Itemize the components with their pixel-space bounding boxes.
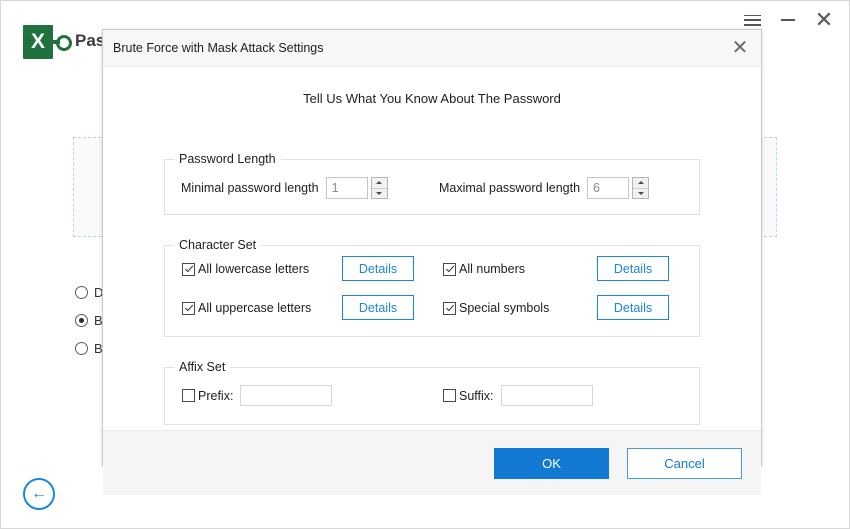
radio-brute-force[interactable] [75,342,88,355]
radio-brute-force-mask[interactable] [75,314,88,327]
password-length-legend: Password Length [174,152,281,166]
details-button-all-uppercase[interactable]: Details [342,295,414,320]
checkbox-all-uppercase-letters[interactable] [182,302,195,315]
triangle-up-icon [638,181,644,184]
checkbox-label: All numbers [459,262,525,276]
hamburger-line [744,24,761,26]
checkbox-all-numbers[interactable] [443,263,456,276]
hamburger-menu-icon[interactable] [741,9,763,31]
password-length-group: Password Length Minimal password length … [164,159,700,215]
dialog-close-icon[interactable]: ✕ [727,35,753,61]
details-button-label: Details [359,262,397,276]
details-button-label: Details [359,301,397,315]
minimal-length-spin-buttons[interactable] [371,177,388,199]
suffix-field-row: Suffix: [443,385,593,406]
checkbox-label: All lowercase letters [198,262,309,276]
back-button[interactable]: ← [23,478,55,510]
app-logo-icon: X [23,25,67,59]
application-window: X Passper for Excel ✕ Dic [0,0,850,529]
dialog-footer: OK Cancel [103,430,761,495]
minimal-password-length-field: Minimal password length [181,177,388,199]
close-window-icon[interactable]: ✕ [813,9,835,31]
window-controls: ✕ [741,9,835,31]
prefix-input[interactable] [240,385,332,406]
maximal-length-stepper[interactable] [587,177,649,199]
minimal-length-stepper[interactable] [326,177,388,199]
checkbox-suffix[interactable] [443,389,456,402]
minimal-length-input[interactable] [326,177,368,199]
minimize-dash [781,19,795,21]
suffix-input[interactable] [501,385,593,406]
dialog-close-glyph: ✕ [732,38,749,58]
close-x-glyph: ✕ [815,9,833,31]
details-button-all-numbers[interactable]: Details [597,256,669,281]
cancel-button-label: Cancel [664,456,704,471]
prefix-field-row: Prefix: [182,385,332,406]
ok-button-label: OK [542,456,561,471]
key-ring-shape [56,35,72,51]
checkbox-row-all-numbers[interactable]: All numbers [443,262,525,276]
cancel-button[interactable]: Cancel [627,448,742,479]
hamburger-line [744,15,761,17]
checkbox-prefix[interactable] [182,389,195,402]
minimal-length-spin-down[interactable] [372,189,387,199]
affix-set-group: Affix Set Prefix: Suffix: [164,367,700,425]
character-set-legend: Character Set [174,238,261,252]
dialog-body: Tell Us What You Know About The Password… [103,67,761,430]
dialog-heading: Tell Us What You Know About The Password [103,91,761,106]
hamburger-line [744,19,761,21]
triangle-up-icon [376,181,382,184]
checkbox-special-symbols[interactable] [443,302,456,315]
character-set-group: Character Set All lowercase letters Deta… [164,245,700,337]
maximal-length-input[interactable] [587,177,629,199]
maximal-length-spin-up[interactable] [633,178,648,189]
ok-button[interactable]: OK [494,448,609,479]
checkbox-all-lowercase-letters[interactable] [182,263,195,276]
details-button-special-symbols[interactable]: Details [597,295,669,320]
checkbox-label: All uppercase letters [198,301,311,315]
minimal-password-length-label: Minimal password length [181,181,319,195]
excel-x-glyph: X [23,25,53,59]
maximal-password-length-label: Maximal password length [439,181,580,195]
checkbox-row-all-lowercase[interactable]: All lowercase letters [182,262,309,276]
suffix-label: Suffix: [459,389,494,403]
brute-force-settings-dialog: Brute Force with Mask Attack Settings ✕ … [102,29,762,466]
maximal-length-spin-buttons[interactable] [632,177,649,199]
dialog-titlebar: Brute Force with Mask Attack Settings ✕ [103,30,761,67]
triangle-down-icon [638,192,644,195]
minimize-icon[interactable] [777,9,799,31]
affix-set-legend: Affix Set [174,360,230,374]
radio-dictionary[interactable] [75,286,88,299]
dialog-title: Brute Force with Mask Attack Settings [113,41,324,55]
maximal-length-spin-down[interactable] [633,189,648,199]
details-button-all-lowercase[interactable]: Details [342,256,414,281]
details-button-label: Details [614,262,652,276]
minimal-length-spin-up[interactable] [372,178,387,189]
hamburger-lines [744,15,761,26]
details-button-label: Details [614,301,652,315]
checkbox-row-special-symbols[interactable]: Special symbols [443,301,549,315]
checkbox-row-all-uppercase[interactable]: All uppercase letters [182,301,311,315]
checkbox-label: Special symbols [459,301,549,315]
prefix-label: Prefix: [198,389,233,403]
triangle-down-icon [376,192,382,195]
back-arrow-icon: ← [31,486,47,502]
maximal-password-length-field: Maximal password length [439,177,649,199]
